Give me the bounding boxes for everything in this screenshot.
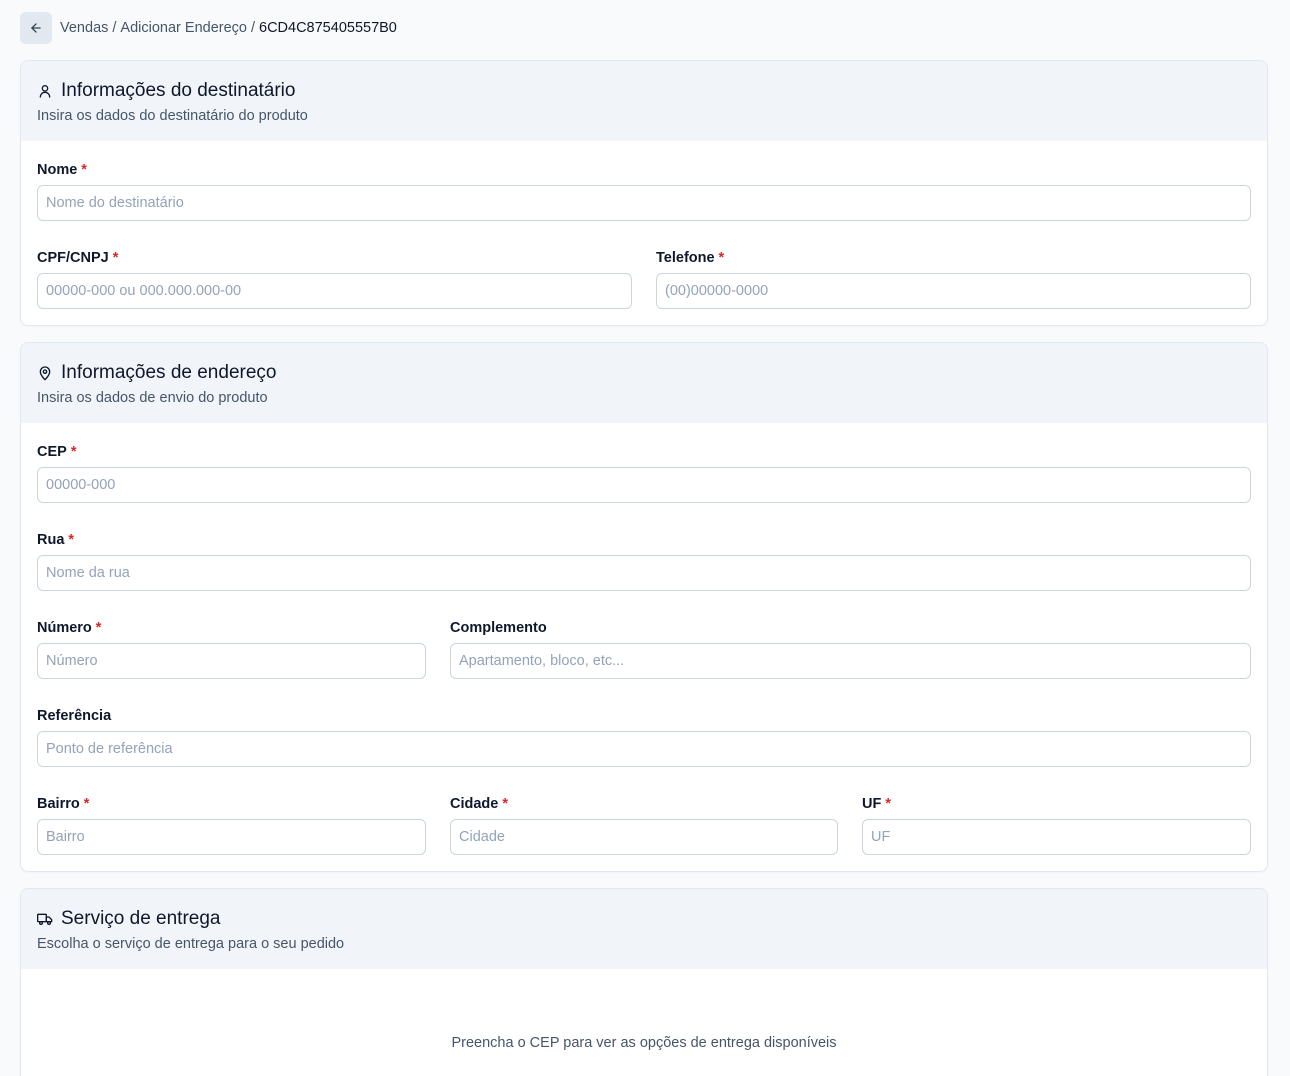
address-card-header: Informações de endereço Insira os dados … bbox=[21, 343, 1267, 423]
address-card-subtitle: Insira os dados de envio do produto bbox=[37, 390, 268, 406]
required-marker: * bbox=[718, 250, 725, 266]
district-field: Bairro * bbox=[37, 795, 426, 855]
breadcrumb: Vendas / Adicionar Endereço / 6CD4C87540… bbox=[60, 20, 397, 36]
name-label: Nome bbox=[37, 162, 78, 178]
complement-input[interactable] bbox=[450, 643, 1251, 679]
required-marker: * bbox=[81, 162, 87, 178]
required-marker: * bbox=[68, 532, 75, 548]
back-button[interactable] bbox=[20, 12, 52, 44]
map-pin-icon bbox=[39, 366, 51, 381]
name-input[interactable] bbox=[37, 185, 1251, 221]
city-input[interactable] bbox=[450, 819, 838, 855]
phone-input[interactable] bbox=[656, 273, 1251, 309]
breadcrumb-separator: / bbox=[250, 20, 256, 36]
top-bar: Vendas / Adicionar Endereço / 6CD4C87540… bbox=[20, 12, 397, 44]
address-card-title: Informações de endereço bbox=[61, 362, 277, 383]
address-card: Informações de endereço Insira os dados … bbox=[20, 342, 1268, 872]
delivery-card-subtitle: Escolha o serviço de entrega para o seu … bbox=[37, 936, 345, 952]
breadcrumb-current: 6CD4C875405557B0 bbox=[259, 20, 397, 36]
state-label: UF bbox=[862, 796, 882, 812]
phone-label: Telefone bbox=[656, 250, 715, 266]
number-field: Número * bbox=[37, 619, 426, 679]
recipient-card: Informações do destinatário Insira os da… bbox=[20, 60, 1268, 326]
required-marker: * bbox=[885, 796, 891, 812]
document-field: CPF/CNPJ * bbox=[37, 249, 632, 309]
street-input[interactable] bbox=[37, 555, 1251, 591]
reference-label: Referência bbox=[37, 708, 112, 724]
city-label: Cidade bbox=[450, 796, 499, 812]
number-input[interactable] bbox=[37, 643, 426, 679]
district-label: Bairro bbox=[37, 796, 80, 812]
cep-field: CEP * bbox=[37, 443, 1251, 503]
state-field: UF * bbox=[862, 795, 1251, 855]
city-field: Cidade * bbox=[450, 795, 838, 855]
district-input[interactable] bbox=[37, 819, 426, 855]
required-marker: * bbox=[83, 796, 90, 812]
reference-input[interactable] bbox=[37, 731, 1251, 767]
breadcrumb-separator: / bbox=[112, 20, 117, 36]
street-label: Rua bbox=[37, 532, 65, 548]
truck-icon bbox=[37, 913, 53, 925]
recipient-card-subtitle: Insira os dados do destinatário do produ… bbox=[37, 108, 308, 124]
cep-label: CEP bbox=[37, 444, 67, 460]
complement-label: Complemento bbox=[450, 620, 547, 636]
user-icon bbox=[39, 85, 51, 98]
document-label: CPF/CNPJ bbox=[37, 250, 109, 266]
state-input[interactable] bbox=[862, 819, 1251, 855]
arrow-left-icon bbox=[31, 23, 41, 33]
phone-field: Telefone * bbox=[656, 249, 1251, 309]
delivery-card-title: Serviço de entrega bbox=[61, 908, 221, 929]
document-input[interactable] bbox=[37, 273, 632, 309]
number-label: Número bbox=[37, 620, 92, 636]
required-marker: * bbox=[70, 444, 77, 460]
name-field: Nome * bbox=[37, 161, 1251, 221]
delivery-card-header: Serviço de entrega Escolha o serviço de … bbox=[21, 889, 1267, 969]
required-marker: * bbox=[502, 796, 508, 812]
recipient-card-title: Informações do destinatário bbox=[61, 80, 296, 101]
delivery-empty-message: Preencha o CEP para ver as opções de ent… bbox=[451, 1035, 837, 1051]
required-marker: * bbox=[112, 250, 119, 266]
recipient-card-header: Informações do destinatário Insira os da… bbox=[21, 61, 1267, 141]
breadcrumb-item-vendas[interactable]: Vendas bbox=[60, 20, 108, 36]
breadcrumb-item-adicionar-endereco[interactable]: Adicionar Endereço bbox=[120, 20, 247, 36]
reference-field: Referência bbox=[37, 707, 1251, 767]
delivery-card: Serviço de entrega Escolha o serviço de … bbox=[20, 888, 1268, 1076]
required-marker: * bbox=[95, 620, 102, 636]
cep-input[interactable] bbox=[37, 467, 1251, 503]
street-field: Rua * bbox=[37, 531, 1251, 591]
complement-field: Complemento bbox=[450, 619, 1251, 679]
